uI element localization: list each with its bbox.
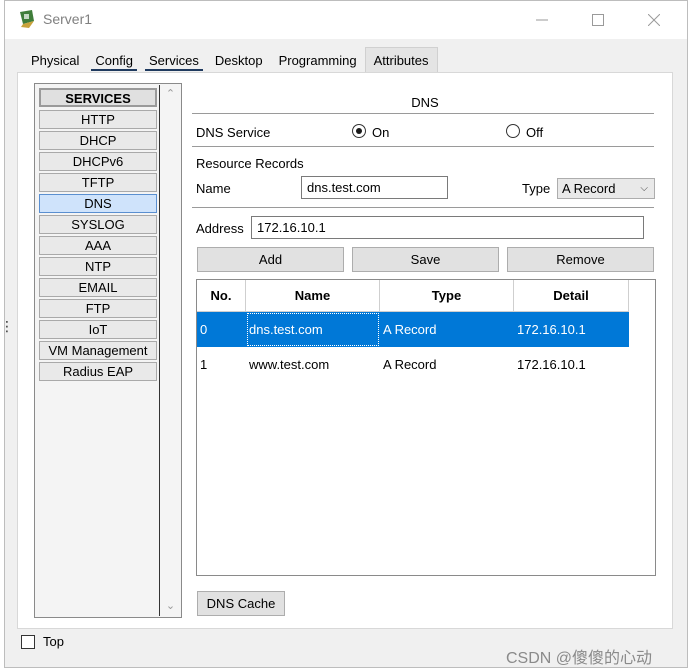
tab-programming[interactable]: Programming [271, 47, 365, 73]
sidebar-item-vm-management[interactable]: VM Management [39, 341, 157, 360]
name-input[interactable] [301, 176, 448, 199]
resource-records-label: Resource Records [196, 156, 304, 171]
address-input[interactable] [251, 216, 644, 239]
tab-desktop[interactable]: Desktop [207, 47, 271, 73]
dns-panel: DNS DNS Service On Off Resource Records … [192, 83, 658, 618]
column-header-detail[interactable]: Detail [514, 280, 629, 312]
maximize-icon [592, 14, 604, 26]
close-button[interactable] [631, 1, 677, 39]
chevron-down-icon[interactable]: ⌄ [162, 598, 179, 615]
cell-name: www.test.com [249, 357, 330, 372]
tab-label: Physical [31, 52, 80, 68]
sidebar-item-iot[interactable]: IoT [39, 320, 157, 339]
sidebar-scrollbar[interactable]: ⌃ ⌄ [160, 84, 181, 617]
server-app-icon [20, 10, 34, 28]
tab-physical[interactable]: Physical [23, 47, 87, 73]
sidebar-item-ftp[interactable]: FTP [39, 299, 157, 318]
cell-no: 0 [200, 322, 208, 337]
tab-label: Config [95, 52, 133, 68]
chevron-down-icon: ⌵ [640, 183, 648, 194]
sidebar-item-radius-eap[interactable]: Radius EAP [39, 362, 157, 381]
edge-artifact: ⋮ [0, 318, 14, 334]
tab-label: Desktop [214, 52, 263, 68]
save-button[interactable]: Save [352, 247, 499, 272]
services-list: SERVICES HTTP DHCP DHCPv6 TFTP DNS SYSLO… [36, 85, 160, 616]
type-label: Type [522, 181, 551, 196]
window-title: Server1 [43, 11, 93, 27]
column-header-no[interactable]: No. [197, 280, 246, 312]
address-label: Address [196, 221, 244, 236]
type-select-value: A Record [562, 181, 616, 196]
chevron-up-icon[interactable]: ⌃ [162, 86, 179, 103]
remove-button[interactable]: Remove [507, 247, 654, 272]
tab-label: Services [149, 52, 199, 68]
column-header-name[interactable]: Name [246, 280, 380, 312]
cell-no: 1 [200, 357, 208, 372]
top-checkbox[interactable] [21, 635, 35, 649]
sidebar-item-aaa[interactable]: AAA [39, 236, 157, 255]
services-sidebar: SERVICES HTTP DHCP DHCPv6 TFTP DNS SYSLO… [34, 83, 182, 618]
sidebar-item-dns[interactable]: DNS [39, 194, 157, 213]
maximize-button[interactable] [575, 1, 621, 39]
divider [192, 207, 654, 208]
off-label: Off [526, 125, 544, 140]
dns-title: DNS [411, 95, 439, 110]
dns-service-on-radio[interactable] [352, 124, 366, 138]
divider [192, 146, 654, 147]
name-label: Name [196, 181, 231, 196]
sidebar-item-ntp[interactable]: NTP [39, 257, 157, 276]
tab-services[interactable]: Services [141, 47, 207, 73]
column-header-type[interactable]: Type [380, 280, 514, 312]
sidebar-item-http[interactable]: HTTP [39, 110, 157, 129]
top-label: Top [43, 634, 64, 649]
title-bar: Server1 [5, 1, 687, 39]
cell-type: A Record [383, 357, 437, 372]
dns-service-label: DNS Service [196, 125, 271, 140]
divider [192, 113, 654, 114]
sidebar-item-dhcp[interactable]: DHCP [39, 131, 157, 150]
table-row[interactable]: 1 www.test.com A Record 172.16.10.1 [197, 347, 629, 382]
on-label: On [372, 125, 390, 140]
dns-service-off-radio[interactable] [506, 124, 520, 138]
minimize-icon [536, 19, 548, 21]
server-window: Server1 Physical Config Services Desktop… [4, 0, 688, 668]
cell-detail: 172.16.10.1 [517, 322, 586, 337]
tab-config[interactable]: Config [87, 47, 141, 73]
tab-label: Attributes [373, 53, 429, 68]
tab-attributes[interactable]: Attributes [364, 47, 438, 73]
add-button[interactable]: Add [197, 247, 344, 272]
tab-label: Programming [278, 52, 357, 68]
cell-name: dns.test.com [246, 312, 380, 347]
dns-cache-button[interactable]: DNS Cache [197, 591, 285, 616]
close-icon [648, 14, 660, 26]
type-select[interactable]: A Record ⌵ [557, 178, 655, 199]
cell-detail: 172.16.10.1 [517, 357, 586, 372]
sidebar-header: SERVICES [39, 88, 157, 107]
watermark: CSDN @傻傻的心动 [506, 650, 653, 667]
sidebar-item-dhcpv6[interactable]: DHCPv6 [39, 152, 157, 171]
table-row[interactable]: 0 dns.test.com A Record 172.16.10.1 [197, 312, 629, 347]
sidebar-item-tftp[interactable]: TFTP [39, 173, 157, 192]
sidebar-item-syslog[interactable]: SYSLOG [39, 215, 157, 234]
tab-bar: Physical Config Services Desktop Program… [23, 47, 438, 73]
dns-records-table: No. Name Type Detail 0 dns.test.com A Re… [196, 279, 656, 576]
tab-content: SERVICES HTTP DHCP DHCPv6 TFTP DNS SYSLO… [17, 72, 673, 629]
sidebar-item-email[interactable]: EMAIL [39, 278, 157, 297]
cell-type: A Record [383, 322, 437, 337]
minimize-button[interactable] [519, 1, 565, 39]
